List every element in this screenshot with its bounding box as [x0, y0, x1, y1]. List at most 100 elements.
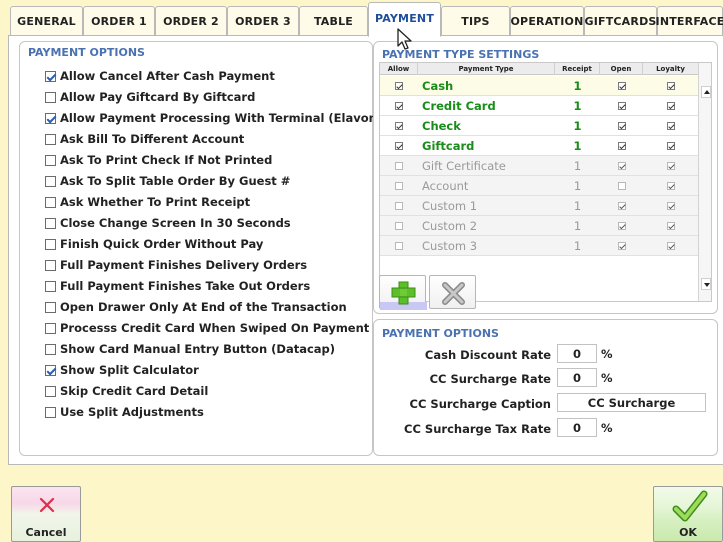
checkbox-unchecked-icon[interactable] — [45, 301, 56, 313]
checkbox-checked-icon[interactable] — [617, 202, 626, 210]
checkbox-unchecked-icon[interactable] — [45, 322, 56, 334]
checkbox-checked-icon[interactable] — [617, 222, 626, 230]
receipt-count[interactable]: 1 — [555, 236, 600, 256]
cc-surcharge-tax-rate-input[interactable]: 0 — [557, 418, 597, 437]
checkbox-checked-icon[interactable] — [395, 122, 403, 130]
table-row[interactable]: Cash 1 — [380, 76, 698, 96]
checkbox-checked-icon[interactable] — [617, 162, 626, 170]
tab-giftcards[interactable]: GIFTCARDS — [584, 6, 657, 36]
tab-order-1[interactable]: ORDER 1 — [83, 6, 155, 36]
receipt-count[interactable]: 1 — [555, 76, 600, 96]
checkbox-checked-icon[interactable] — [617, 82, 626, 90]
option-row[interactable]: Close Change Screen In 30 Seconds — [45, 216, 291, 230]
checkbox-unchecked-icon[interactable] — [45, 259, 56, 271]
option-row[interactable]: Ask To Print Check If Not Printed — [45, 153, 272, 167]
tab-table[interactable]: TABLE — [299, 6, 368, 36]
checkbox-checked-icon[interactable] — [666, 122, 675, 130]
checkbox-checked-icon[interactable] — [666, 82, 675, 90]
checkbox-unchecked-icon[interactable] — [45, 154, 56, 166]
table-row[interactable]: Giftcard 1 — [380, 136, 698, 156]
remove-payment-type-button[interactable] — [429, 275, 476, 309]
option-row[interactable]: Ask Bill To Different Account — [45, 132, 244, 146]
checkbox-checked-icon[interactable] — [666, 202, 675, 210]
checkbox-checked-icon[interactable] — [666, 222, 675, 230]
checkbox-unchecked-icon[interactable] — [45, 133, 56, 145]
checkbox-unchecked-icon[interactable] — [45, 175, 56, 187]
scroll-up-icon[interactable] — [701, 86, 711, 98]
ok-button[interactable]: OK — [653, 486, 723, 542]
checkbox-unchecked-icon[interactable] — [45, 91, 56, 103]
table-row[interactable]: Gift Certificate 1 — [380, 156, 698, 176]
checkbox-unchecked-icon[interactable] — [395, 242, 403, 250]
checkbox-checked-icon[interactable] — [617, 102, 626, 110]
tab-order-2[interactable]: ORDER 2 — [155, 6, 227, 36]
option-row[interactable]: Skip Credit Card Detail — [45, 384, 208, 398]
loyalty-cell — [643, 116, 698, 136]
scroll-down-icon[interactable] — [701, 278, 711, 290]
tab-general[interactable]: GENERAL — [10, 6, 83, 36]
option-row[interactable]: Finish Quick Order Without Pay — [45, 237, 263, 251]
option-row[interactable]: Show Card Manual Entry Button (Datacap) — [45, 342, 335, 356]
checkbox-unchecked-icon[interactable] — [395, 162, 403, 170]
receipt-count[interactable]: 1 — [555, 96, 600, 116]
tab-interface[interactable]: INTERFACE — [656, 6, 723, 36]
option-row[interactable]: Ask To Split Table Order By Guest # — [45, 174, 290, 188]
receipt-count[interactable]: 1 — [555, 176, 600, 196]
checkbox-checked-icon[interactable] — [666, 242, 675, 250]
checkbox-unchecked-icon[interactable] — [45, 343, 56, 355]
table-row[interactable]: Custom 2 1 — [380, 216, 698, 236]
checkbox-checked-icon[interactable] — [395, 142, 403, 150]
checkbox-checked-icon[interactable] — [617, 142, 626, 150]
option-row[interactable]: Show Split Calculator — [45, 363, 199, 377]
option-row[interactable]: Full Payment Finishes Delivery Orders — [45, 258, 307, 272]
option-row[interactable]: Ask Whether To Print Receipt — [45, 195, 250, 209]
checkbox-unchecked-icon[interactable] — [617, 182, 626, 190]
option-row[interactable]: Full Payment Finishes Take Out Orders — [45, 279, 310, 293]
checkbox-unchecked-icon[interactable] — [45, 280, 56, 292]
receipt-count[interactable]: 1 — [555, 156, 600, 176]
checkbox-unchecked-icon[interactable] — [395, 222, 403, 230]
table-row[interactable]: Check 1 — [380, 116, 698, 136]
checkbox-checked-icon[interactable] — [45, 70, 56, 82]
table-row[interactable]: Custom 1 1 — [380, 196, 698, 216]
checkbox-unchecked-icon[interactable] — [45, 217, 56, 229]
table-row[interactable]: Credit Card 1 — [380, 96, 698, 116]
cc-surcharge-rate-input[interactable]: 0 — [557, 368, 597, 387]
checkbox-checked-icon[interactable] — [395, 82, 403, 90]
checkbox-checked-icon[interactable] — [45, 112, 56, 124]
checkbox-checked-icon[interactable] — [45, 364, 56, 376]
tab-operation[interactable]: OPERATION — [510, 6, 584, 36]
tab-tips[interactable]: TIPS — [441, 6, 510, 36]
checkbox-unchecked-icon[interactable] — [45, 196, 56, 208]
option-row[interactable]: Processs Credit Card When Swiped On Paym… — [45, 321, 418, 335]
checkbox-checked-icon[interactable] — [666, 102, 675, 110]
cancel-button[interactable]: Cancel — [11, 486, 81, 542]
receipt-count[interactable]: 1 — [555, 136, 600, 156]
checkbox-checked-icon[interactable] — [666, 162, 675, 170]
option-row[interactable]: Allow Cancel After Cash Payment — [45, 69, 275, 83]
receipt-count[interactable]: 1 — [555, 196, 600, 216]
checkbox-checked-icon[interactable] — [666, 182, 675, 190]
checkbox-unchecked-icon[interactable] — [395, 202, 403, 210]
checkbox-checked-icon[interactable] — [617, 122, 626, 130]
grid-scrollbar[interactable] — [698, 63, 711, 301]
checkbox-unchecked-icon[interactable] — [45, 406, 56, 418]
checkbox-unchecked-icon[interactable] — [45, 385, 56, 397]
option-row[interactable]: Open Drawer Only At End of the Transacti… — [45, 300, 347, 314]
table-row[interactable]: Account 1 — [380, 176, 698, 196]
table-row[interactable]: Custom 3 1 — [380, 236, 698, 256]
cash-discount-rate-input[interactable]: 0 — [557, 344, 597, 363]
tab-order-3[interactable]: ORDER 3 — [227, 6, 299, 36]
checkbox-unchecked-icon[interactable] — [45, 238, 56, 250]
add-payment-type-button[interactable] — [379, 275, 427, 310]
receipt-count[interactable]: 1 — [555, 216, 600, 236]
option-row[interactable]: Allow Payment Processing With Terminal (… — [45, 111, 382, 125]
cc-surcharge-caption-input[interactable]: CC Surcharge — [557, 393, 706, 412]
checkbox-checked-icon[interactable] — [617, 242, 626, 250]
checkbox-unchecked-icon[interactable] — [395, 182, 403, 190]
option-row[interactable]: Allow Pay Giftcard By Giftcard — [45, 90, 255, 104]
option-row[interactable]: Use Split Adjustments — [45, 405, 204, 419]
receipt-count[interactable]: 1 — [555, 116, 600, 136]
checkbox-checked-icon[interactable] — [395, 102, 403, 110]
checkbox-checked-icon[interactable] — [666, 142, 675, 150]
